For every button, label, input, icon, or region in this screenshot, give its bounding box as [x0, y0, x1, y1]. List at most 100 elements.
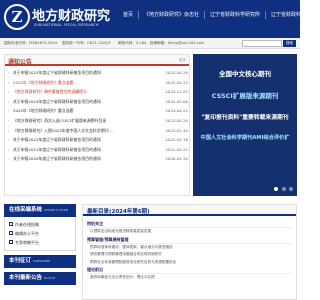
notice-item-date: 2022-05-18 [165, 137, 188, 143]
main-nav: 首页 《地方财政研究》杂志社 辽宁省财政科学研究所 辽宁省财政科研基金委 [118, 11, 320, 19]
bullet-icon: › [8, 70, 10, 75]
info-bar: 国际标准刊号：ISSN1672-9544 国内统一刊号：CN21-1520/F … [0, 38, 300, 49]
banner-dot[interactable] [289, 187, 293, 191]
notice-item-date: 2025-04-23 [165, 79, 188, 85]
banner-pager [272, 187, 293, 192]
bullet-icon: › [8, 137, 10, 143]
notice-item-title: 关于申报2021年度辽宁省财政科研基金项目的通知 [13, 146, 101, 152]
bullet-icon: › [8, 117, 10, 123]
notice-item-title: 《地方财政研究》稿件重复提交的温馨提示 [13, 89, 87, 95]
latest-toc-title: 最新目录(2024年第6期) [87, 209, 150, 215]
editor-office-link[interactable]: 编辑办公平台 [9, 229, 71, 238]
notice-item-date: 2025-04-29 [165, 70, 188, 75]
logo-mark-icon: Z [4, 4, 30, 30]
banner-line: 全国中文核心期刊 [219, 70, 271, 78]
toc-section-title: 理论前沿 [87, 266, 293, 274]
notice-panel: 通知公告 更多 › 关于申报2025年度辽宁省财政科研基金项目的通知 2025-04… [4, 54, 190, 196]
nav-journal[interactable]: 《地方财政研究》杂志社 [138, 11, 204, 19]
service-label: 编辑办公平台 [15, 231, 39, 236]
user-icon [9, 240, 13, 244]
bullet-icon: › [8, 127, 10, 133]
notice-more-link[interactable]: 更多 [179, 58, 186, 63]
notice-item[interactable]: › 关于申报2020年度辽宁省财政科研基金项目的通知 2020-05-30 [8, 156, 188, 166]
site-header: Z 地方财政研究 SUB-NATIONAL FISCAL RESEARCH 首页… [0, 0, 320, 38]
document-icon [9, 222, 13, 226]
subscribe-title: 本刊征订 [9, 258, 32, 264]
notice-item[interactable]: › 关于申报2025年度辽宁省财政科研基金项目的通知 2025-04-29 [8, 70, 188, 80]
notice-item[interactable]: › 关于申报2021年度辽宁省财政科研基金项目的通知 2021-05-22 [8, 147, 188, 157]
notice-item[interactable]: › 关于申报2024年度辽宁省财政科研基金项目的通知 2024-05-06 [8, 99, 188, 109]
notice-item-date: 2020-05-30 [165, 156, 188, 162]
notice-header: 通知公告 更多 [5, 55, 189, 66]
logo-title: 地方财政研究 [32, 9, 111, 24]
banner-line: "复印报刊资料"重要转载来源期刊 [201, 115, 289, 121]
notice-item-title: 《地方财政研究》再次入选CSSCI扩展版来源期刊目录 [13, 117, 107, 123]
latest-toc-header: 最新目录(2024年第6期) [83, 205, 296, 216]
nav-fund[interactable]: 辽宁省财政科研基金委 [265, 11, 320, 19]
toc-article-link[interactable]: 绩效管理与预算管理深度融合的实现机制研究 [87, 251, 293, 259]
subscribe-subtitle: SUBSCRIBE [33, 259, 51, 263]
notice-item-date: 2023-05-20 [165, 117, 188, 123]
toc-section-title: 预算管理/预算绩效管理 [87, 236, 293, 244]
edit-icon [9, 231, 13, 235]
subscribe-header[interactable]: 本刊征订 SUBSCRIBE [4, 255, 76, 268]
latest-notice-subtitle: NOTICE [44, 276, 56, 280]
toc-section-title: 特别关注 [87, 220, 293, 228]
banner-dot[interactable] [281, 187, 286, 191]
latest-notice-title: 本刊最新公告 [9, 275, 43, 281]
online-system-subtitle: ONLINE SYSTEM [44, 208, 69, 212]
left-column: 在线采编系统 ONLINE SYSTEM 作者在线投稿 编辑办公平台 专家审稿平台… [4, 204, 76, 300]
notice-item-title: 关于申报2025年度辽宁省财政科研基金项目的通知 [13, 70, 101, 75]
banner-line: CSSCI扩展版来源期刊 [211, 92, 279, 100]
toc-article-link[interactable]: 预算支出标准管理制度规范化研究及其与资源配置优化 [87, 259, 293, 267]
notice-item[interactable]: › 《地方财政研究》入围2022年度中国人文社会科学期刊 ... 2023-01-3… [8, 128, 188, 138]
logo-subtitle: SUB-NATIONAL FISCAL RESEARCH [34, 23, 99, 27]
notice-item-date: 2023-01-30 [165, 127, 188, 133]
search-input[interactable] [242, 40, 282, 47]
cn-text: 国内统一刊号：CN21-1520/F [62, 41, 111, 45]
notice-item[interactable]: › 《地方财政研究》稿件重复提交的温馨提示 2024-12-25 [8, 89, 188, 99]
banner-line: 中国人文社会科学期刊AMI综合评价扩 [200, 135, 290, 141]
notice-item-title: 《地方财政研究》入围2022年度中国人文社会科学期刊 ... [13, 127, 114, 133]
notice-item[interactable]: › 2025年《地方财政研究》重点选题 2025-04-23 [8, 80, 188, 90]
notice-item-title: 2025年《地方财政研究》重点选题 [13, 79, 74, 85]
service-label: 作者在线投稿 [15, 222, 39, 227]
search-button[interactable]: 搜索 [283, 40, 296, 47]
author-submit-link[interactable]: 作者在线投稿 [9, 220, 71, 229]
latest-toc-list: 特别关注 以预算支出标准化推进财政高质量发展 预算管理/预算绩效管理 预算标准体系建设… [87, 220, 293, 282]
bullet-icon: › [8, 79, 10, 85]
toc-article-link[interactable]: 预算标准体系建设：整体框架、重点难点与推进路径 [87, 244, 293, 252]
toc-article-link[interactable]: 以预算支出标准化推进财政高质量发展 [87, 228, 293, 236]
site-logo[interactable]: Z 地方财政研究 SUB-NATIONAL FISCAL RESEARCH [4, 4, 114, 34]
notice-item-date: 2024-05-06 [165, 98, 188, 104]
banner-carousel[interactable]: 全国中文核心期刊 CSSCI扩展版来源期刊 "复印报刊资料"重要转载来源期刊 中… [193, 54, 297, 196]
bullet-icon: › [8, 108, 10, 114]
expert-review-link[interactable]: 专家审稿平台 [9, 238, 71, 247]
notice-title: 通知公告 [8, 59, 33, 66]
nav-institute[interactable]: 辽宁省财政科学研究所 [204, 11, 265, 19]
toc-article-link[interactable]: 政府间事权与支出责任划分：理论与实践 [87, 274, 293, 282]
banner-dot[interactable] [274, 187, 279, 191]
notice-list: › 关于申报2025年度辽宁省财政科研基金项目的通知 2025-04-29 › 2025… [8, 70, 188, 166]
notice-item-title: 关于申报2024年度辽宁省财政科研基金项目的通知 [13, 98, 101, 104]
notice-item-date: 2021-05-22 [165, 146, 188, 152]
latest-notice-header[interactable]: 本刊最新公告 NOTICE [4, 272, 76, 285]
notice-item[interactable]: › 《地方财政研究》再次入选CSSCI扩展版来源期刊目录 2023-05-20 [8, 118, 188, 128]
notice-item-title: 关于申报2022年度辽宁省财政科研基金项目的通知 [13, 137, 101, 143]
online-system-header: 在线采编系统 ONLINE SYSTEM [4, 204, 76, 217]
email-text: 投稿邮箱：dfczyj@vip.163.com [150, 41, 205, 45]
postcode-text: 邮政代码：0-184 [118, 41, 147, 45]
online-system-list: 作者在线投稿 编辑办公平台 专家审稿平台 [4, 217, 76, 251]
notice-item[interactable]: › 2024年《地方财政研究》重点选题 2024-04-22 [8, 108, 188, 118]
bullet-icon: › [8, 89, 10, 95]
notice-item[interactable]: › 关于申报2022年度辽宁省财政科研基金项目的通知 2022-05-18 [8, 137, 188, 147]
bullet-icon: › [8, 98, 10, 104]
nav-home[interactable]: 首页 [118, 11, 138, 19]
notice-item-title: 关于申报2020年度辽宁省财政科研基金项目的通知 [13, 156, 101, 162]
bullet-icon: › [8, 146, 10, 152]
issn-text: 国际标准刊号：ISSN1672-9544 [4, 41, 58, 45]
notice-item-date: 2024-04-22 [165, 108, 188, 114]
online-system-title: 在线采编系统 [9, 207, 43, 213]
bullet-icon: › [8, 156, 10, 162]
notice-item-title: 2024年《地方财政研究》重点选题 [13, 108, 74, 114]
